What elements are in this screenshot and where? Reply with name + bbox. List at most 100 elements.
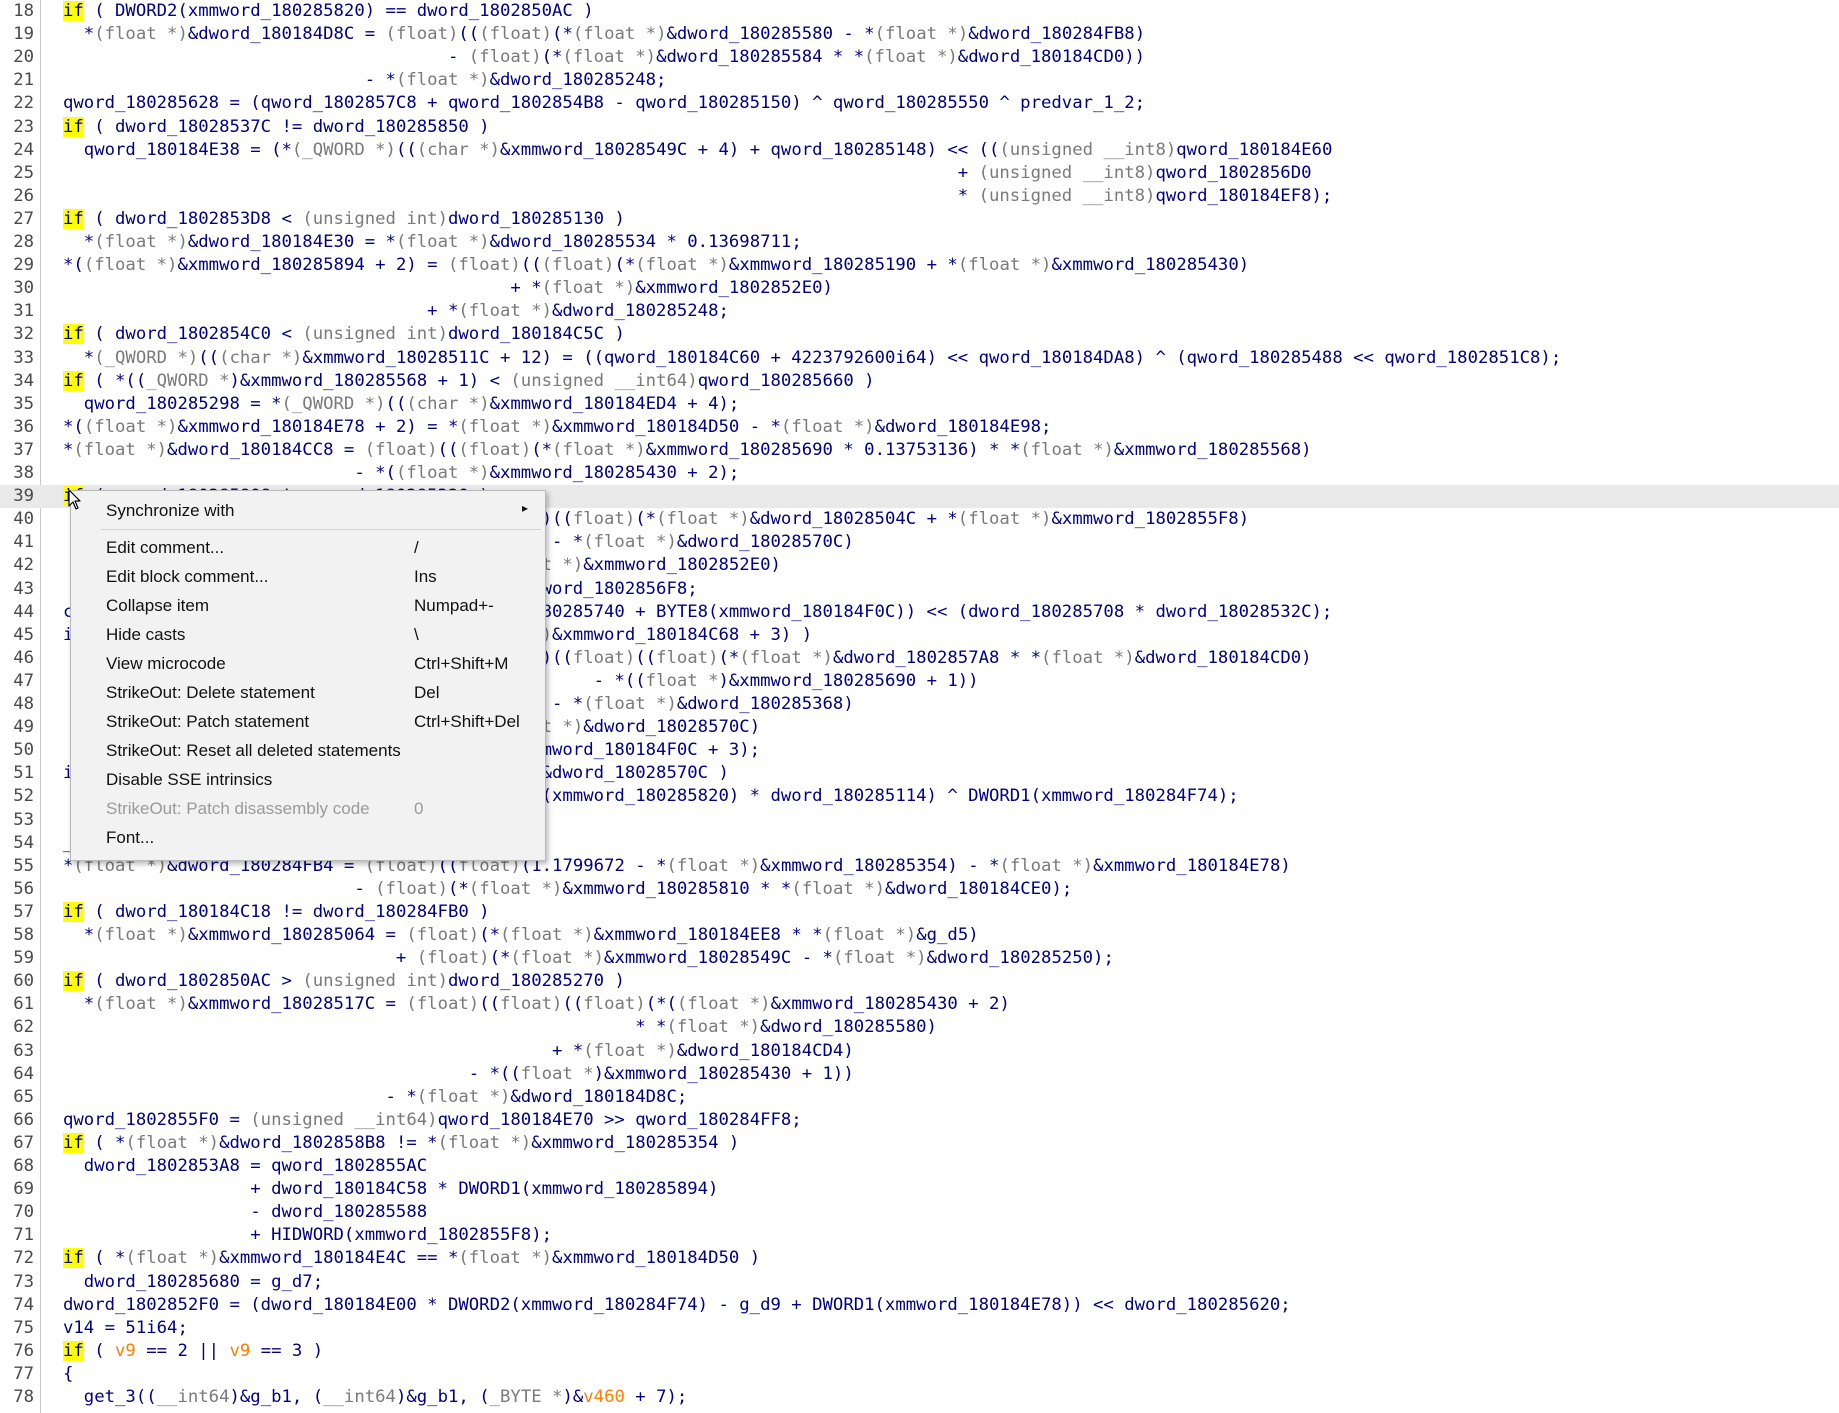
cast-token[interactable]: (_QWORD *) xyxy=(94,348,198,368)
code-token[interactable]: + dword_180184C58 * DWORD1(xmmword_18028… xyxy=(63,1179,718,1199)
menu-view-microcode[interactable]: View microcode Ctrl+Shift+M xyxy=(71,650,545,679)
code-line[interactable]: 58 *(float *)&xmmword_180285064 = (float… xyxy=(0,924,1839,947)
code-token[interactable]: (( xyxy=(521,255,542,275)
code-text[interactable]: if ( dword_1802850AC > (unsigned int)dwo… xyxy=(63,970,625,993)
code-token[interactable]: (( xyxy=(635,648,656,668)
cast-token[interactable]: __int64 xyxy=(157,1387,230,1407)
code-token[interactable]: ( dword_1802854C0 < xyxy=(84,324,303,344)
code-token[interactable]: (* xyxy=(635,509,656,529)
cast-token[interactable]: (float *) xyxy=(573,24,667,44)
code-token[interactable]: + 7); xyxy=(625,1387,687,1407)
menu-font[interactable]: Font... xyxy=(71,824,545,853)
keyword-token[interactable]: if xyxy=(63,971,84,992)
cast-token[interactable]: (float *) xyxy=(833,948,927,968)
code-line[interactable]: 25 + (unsigned __int8)qword_1802856D0 xyxy=(0,162,1839,185)
cast-token[interactable]: float) xyxy=(500,994,562,1014)
code-token[interactable]: (( xyxy=(479,994,500,1014)
cast-token[interactable]: (float *) xyxy=(666,1017,760,1037)
code-token[interactable]: &dword_180184CD4) xyxy=(677,1041,854,1061)
cast-token[interactable]: float) xyxy=(583,994,645,1014)
code-token[interactable]: &dword_18028570C) xyxy=(677,532,854,552)
code-token[interactable]: dword_1802852F0 = (dword_180184E00 * DWO… xyxy=(63,1295,1291,1315)
code-token[interactable]: - *( xyxy=(63,463,396,483)
code-text[interactable]: if ( dword_18028537C != dword_180285850 … xyxy=(63,116,490,139)
code-line[interactable]: 74 dword_1802852F0 = (dword_180184E00 * D… xyxy=(0,1294,1839,1317)
menu-disable-sse[interactable]: Disable SSE intrinsics xyxy=(71,766,545,795)
cast-token[interactable]: (unsigned __int8) xyxy=(999,140,1176,160)
code-line[interactable]: 75 v14 = 51i64; xyxy=(0,1317,1839,1340)
code-token[interactable]: qword_180184E38 = (* xyxy=(63,140,292,160)
cast-token[interactable]: (float *) xyxy=(73,440,167,460)
cast-token[interactable]: (float) xyxy=(417,948,490,968)
keyword-token[interactable]: if xyxy=(63,1132,84,1153)
code-token[interactable]: &dword_180285248; xyxy=(552,301,729,321)
code-token[interactable]: (* xyxy=(531,440,552,460)
code-text[interactable]: *(float *)&xmmword_18028517C = (float)((… xyxy=(63,993,1010,1016)
code-token[interactable]: )&xmmword_180285430 + 1)) xyxy=(594,1064,854,1084)
code-token[interactable]: &xmmword_180285894 + 2) = xyxy=(177,255,448,275)
code-token[interactable]: &xmmword_180285430 + 2); xyxy=(490,463,740,483)
cast-token[interactable]: (float *) xyxy=(1041,648,1135,668)
code-text[interactable]: *(float *)&dword_180184E30 = *(float *)&… xyxy=(63,231,802,254)
code-text[interactable]: v14 = 51i64; xyxy=(63,1317,188,1340)
code-token[interactable]: dword_180184C5C ) xyxy=(448,324,625,344)
code-token[interactable]: *( xyxy=(63,417,84,437)
cast-token[interactable]: (unsigned __int8) xyxy=(979,163,1156,183)
code-token[interactable]: &dword_1802858B8 != * xyxy=(219,1133,438,1153)
code-text[interactable]: - (float)(*(float *)&dword_180285584 * *… xyxy=(63,46,1145,69)
code-text[interactable]: if ( dword_1802853D8 < (unsigned int)dwo… xyxy=(63,208,625,231)
code-text[interactable]: + (float)(*(float *)&xmmword_18028549C -… xyxy=(63,947,1114,970)
code-text[interactable]: { xyxy=(63,1363,73,1386)
code-line[interactable]: 29 *((float *)&xmmword_180285894 + 2) = (… xyxy=(0,254,1839,277)
code-text[interactable]: if ( *((_QWORD *)&xmmword_180285568 + 1)… xyxy=(63,370,875,393)
code-token[interactable]: * xyxy=(63,440,73,460)
code-token[interactable]: (( xyxy=(396,140,417,160)
code-token[interactable]: ( dword_1802853D8 < xyxy=(84,209,303,229)
cast-token[interactable]: (float *) xyxy=(958,509,1052,529)
cast-token[interactable]: (float *) xyxy=(875,24,969,44)
code-text[interactable]: if ( *(float *)&dword_1802858B8 != *(flo… xyxy=(63,1132,739,1155)
cast-token[interactable]: (float *) xyxy=(469,879,563,899)
code-token[interactable]: ( dword_1802850AC > xyxy=(84,971,303,991)
code-token[interactable]: qword_180285628 = (qword_1802857C8 + qwo… xyxy=(63,93,1145,113)
code-text[interactable]: if ( dword_1802854C0 < (unsigned int)dwo… xyxy=(63,323,625,346)
code-line[interactable]: 34 if ( *((_QWORD *)&xmmword_180285568 + … xyxy=(0,370,1839,393)
code-line[interactable]: 71 + HIDWORD(xmmword_1802855F8); xyxy=(0,1224,1839,1247)
cast-token[interactable]: (float *) xyxy=(396,70,490,90)
cast-token[interactable]: (float *) xyxy=(583,532,677,552)
code-text[interactable]: dword_1802852F0 = (dword_180184E00 * DWO… xyxy=(63,1294,1291,1317)
code-token[interactable]: + HIDWORD(xmmword_1802855F8); xyxy=(63,1225,552,1245)
menu-synchronize-with[interactable]: Synchronize with ▸ xyxy=(71,497,545,526)
cast-token[interactable]: (float) xyxy=(406,925,479,945)
cast-token[interactable]: (float *) xyxy=(958,255,1052,275)
code-line[interactable]: 33 *(_QWORD *)(((char *)&xmmword_1802851… xyxy=(0,347,1839,370)
code-token[interactable]: &dword_180285580) xyxy=(760,1017,937,1037)
cast-token[interactable]: (float *) xyxy=(458,417,552,437)
code-text[interactable]: *(float *)&dword_180184D8C = (float)(((f… xyxy=(63,23,1145,46)
code-token[interactable]: qword_1802855F0 = xyxy=(63,1110,250,1130)
code-token[interactable]: &dword_180184D8C; xyxy=(510,1087,687,1107)
code-token[interactable]: &dword_1802857A8 * * xyxy=(833,648,1041,668)
code-text[interactable]: *((float *)&xmmword_180184E78 + 2) = *(f… xyxy=(63,416,1051,439)
cast-token[interactable]: float * xyxy=(646,671,719,691)
code-token[interactable]: dword_180285680 = g_d7; xyxy=(63,1272,323,1292)
cast-token[interactable]: (float *) xyxy=(94,994,188,1014)
code-token[interactable]: &xmmword_180184D50 - * xyxy=(552,417,781,437)
local-var-token[interactable]: v9 xyxy=(115,1341,136,1361)
code-token[interactable]: + xyxy=(63,163,979,183)
code-text[interactable]: + HIDWORD(xmmword_1802855F8); xyxy=(63,1224,552,1247)
code-token[interactable]: ( dword_18028537C != dword_180285850 ) xyxy=(84,117,489,137)
code-token[interactable]: &xmmword_18028549C + 4) + qword_18028514… xyxy=(500,140,999,160)
code-text[interactable]: * *(float *)&dword_180285580) xyxy=(63,1016,937,1039)
cast-token[interactable]: (float *) xyxy=(84,255,178,275)
code-line[interactable]: 78 get_3((__int64)&g_b1, (__int64)&g_b1,… xyxy=(0,1386,1839,1409)
code-token[interactable]: - dword_180285588 xyxy=(63,1202,427,1222)
code-line[interactable]: 66 qword_1802855F0 = (unsigned __int64)qw… xyxy=(0,1109,1839,1132)
code-token[interactable]: &xmmword_180184E78) xyxy=(1093,856,1291,876)
code-token[interactable]: + xyxy=(63,948,417,968)
keyword-token[interactable]: if xyxy=(63,208,84,229)
code-token[interactable]: qword_180184E60 xyxy=(1176,140,1332,160)
code-token[interactable]: &xmmword_18028511C + 12) = ((qword_18018… xyxy=(302,348,1561,368)
cast-token[interactable]: (unsigned __int64) xyxy=(510,371,697,391)
code-token[interactable]: (* xyxy=(479,925,500,945)
